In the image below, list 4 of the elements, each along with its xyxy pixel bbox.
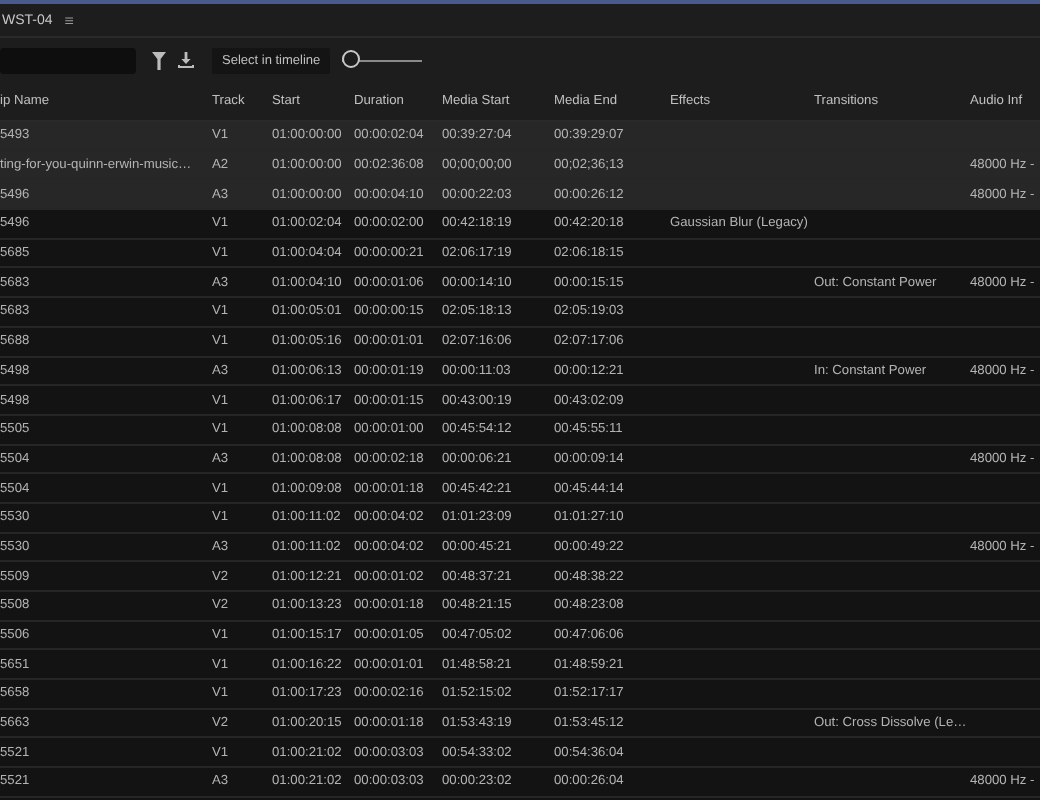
filter-icon[interactable] <box>152 51 166 69</box>
export-icon[interactable] <box>178 52 194 68</box>
zoom-slider[interactable] <box>342 50 423 70</box>
panel-menu[interactable]: ≡ <box>64 11 74 29</box>
